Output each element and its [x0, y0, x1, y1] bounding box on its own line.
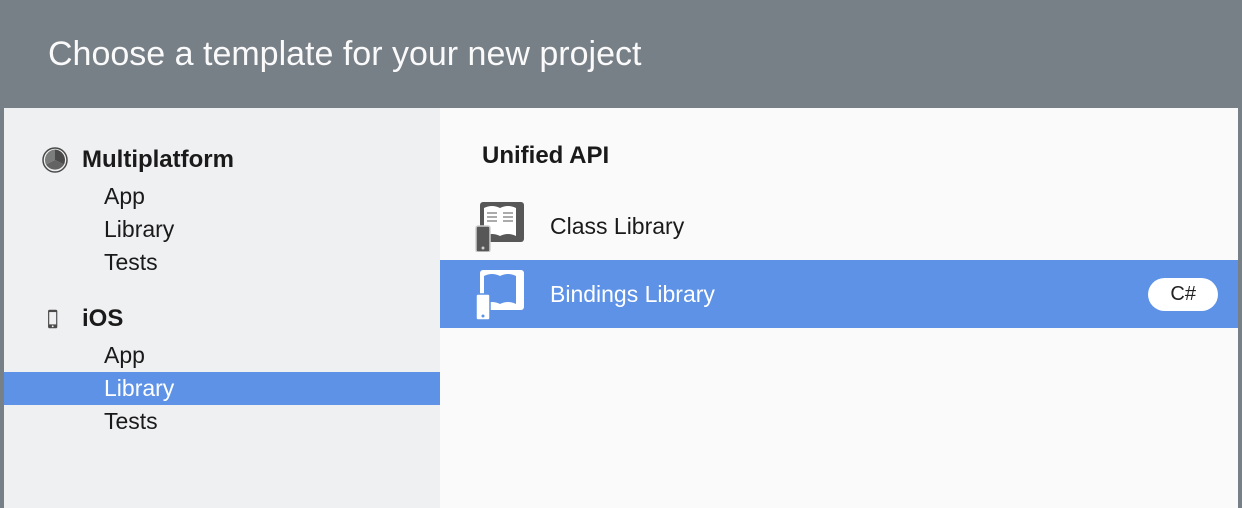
template-bindings-library[interactable]: Bindings Library C# — [440, 260, 1238, 328]
template-label: Bindings Library — [550, 281, 1124, 308]
category-label: iOS — [82, 305, 123, 333]
dialog-title: Choose a template for your new project — [48, 35, 641, 74]
sidebar-item-ios-library[interactable]: Library — [4, 372, 440, 405]
library-book-icon — [474, 200, 526, 252]
section-title: Unified API — [440, 142, 1238, 170]
category-sidebar: Multiplatform App Library Tests i — [4, 108, 440, 508]
multiplatform-icon — [42, 147, 68, 173]
sidebar-item-multiplatform-app[interactable]: App — [4, 180, 440, 213]
category-header-multiplatform[interactable]: Multiplatform — [4, 142, 440, 180]
template-list: Unified API — [440, 108, 1238, 508]
new-project-dialog: Choose a template for your new project M… — [0, 0, 1242, 508]
template-class-library[interactable]: Class Library — [440, 192, 1238, 260]
dialog-header: Choose a template for your new project — [4, 0, 1238, 108]
category-header-ios[interactable]: iOS — [4, 301, 440, 339]
category-label: Multiplatform — [82, 146, 234, 174]
sidebar-item-multiplatform-library[interactable]: Library — [4, 213, 440, 246]
category-multiplatform: Multiplatform App Library Tests — [4, 142, 440, 279]
library-book-icon — [474, 268, 526, 320]
category-ios: iOS App Library Tests — [4, 301, 440, 438]
sidebar-item-ios-tests[interactable]: Tests — [4, 405, 440, 438]
language-badge[interactable]: C# — [1148, 278, 1218, 311]
sidebar-item-multiplatform-tests[interactable]: Tests — [4, 246, 440, 279]
template-label: Class Library — [550, 213, 1218, 240]
dialog-body: Multiplatform App Library Tests i — [4, 108, 1238, 508]
sidebar-item-ios-app[interactable]: App — [4, 339, 440, 372]
phone-icon — [42, 306, 68, 332]
